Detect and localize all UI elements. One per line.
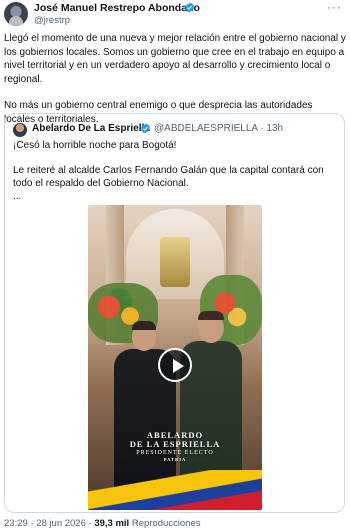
overlay-brand: PATRIA [163,457,187,462]
more-icon[interactable]: ··· [327,0,342,14]
quote-line: ¡Cesó la horrible noche para Bogotá! [13,140,177,151]
author-name[interactable]: José Manuel Restrepo Abondano [34,2,200,14]
quote-line: Le reiteré al alcalde Carlos Fernando Ga… [13,165,324,189]
overlay-subtitle: PRESIDENTE ELECTO [136,450,214,456]
view-count: 39,3 mil [94,518,130,529]
person-hair [132,321,156,330]
tweet-timestamp[interactable]: 23:29 · 28 jun 2026 · [4,518,94,529]
video-player[interactable]: ABELARDO DE LA ESPRIELLA PRESIDENTE ELEC… [88,205,262,510]
play-icon[interactable] [158,348,192,382]
tweet-paragraph: Llegó el momento de una nueva y mejor re… [4,33,346,85]
author-handle[interactable]: @jrestrp [34,15,70,26]
person-hair [198,311,224,320]
quote-author-name[interactable]: Abelardo De La Espriella [32,123,150,134]
quote-author-handle[interactable]: @ABDELAESPRIELLA · 13h [154,123,283,134]
video-scene-altar [160,237,190,287]
video-caption-overlay: ABELARDO DE LA ESPRIELLA PRESIDENTE ELEC… [88,431,262,463]
tweet-header: José Manuel Restrepo Abondano @jrestrp ·… [4,0,346,26]
quoted-tweet[interactable]: Abelardo De La Espriella @ABDELAESPRIELL… [4,113,345,513]
verified-badge-icon [140,123,151,134]
author-avatar[interactable] [4,2,28,26]
tweet-meta: 23:29 · 28 jun 2026 · 39,3 mil Reproducc… [4,518,200,529]
video-scene-flag [88,470,262,510]
quote-author-avatar[interactable] [13,123,27,137]
quote-ellipsis: ... [13,191,22,202]
view-count-label: Reproducciones [129,518,201,529]
overlay-name-line2: DE LA ESPRIELLA [129,439,221,449]
verified-badge-icon [184,2,195,13]
quote-body: ¡Cesó la horrible noche para Bogotá! Le … [13,139,338,215]
